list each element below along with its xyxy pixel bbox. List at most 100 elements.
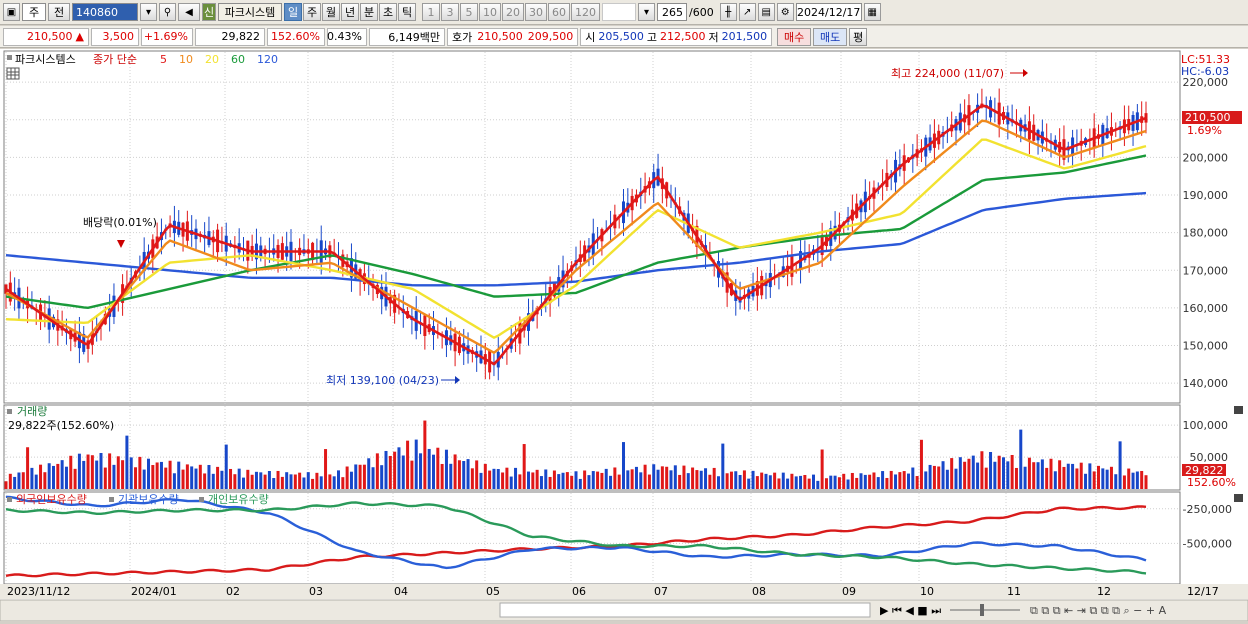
volume-bar: [134, 467, 138, 489]
volume-bar: [721, 443, 725, 489]
volume-bar: [781, 472, 785, 489]
volume-bar: [803, 474, 807, 489]
interval-tab-0[interactable]: 일: [284, 3, 302, 21]
volume-bar: [678, 474, 682, 489]
price-y-tick: 160,000: [1183, 302, 1229, 315]
volume-bar: [337, 470, 340, 489]
volume-close-icon[interactable]: [1234, 406, 1243, 414]
chevron-down-icon[interactable]: ▾: [140, 3, 157, 21]
sound-icon[interactable]: ◀: [178, 3, 200, 21]
volume-bar: [984, 467, 988, 489]
volume-tag-pct: 152.60%: [1187, 476, 1236, 489]
date-input[interactable]: 2024/12/17: [795, 3, 862, 21]
volume-y-tick: 50,000: [1190, 451, 1229, 464]
sub-interval-4[interactable]: 20: [502, 3, 524, 21]
scroll-thumb[interactable]: [499, 602, 871, 618]
volume-bar: [181, 469, 185, 489]
interval-tab-1[interactable]: 주: [303, 3, 321, 21]
volume-bar: [488, 470, 492, 489]
holders-close-icon[interactable]: [1234, 494, 1243, 502]
volume-bar: [267, 471, 271, 489]
window-icon[interactable]: ▣: [3, 3, 20, 21]
interval-tab-3[interactable]: 년: [341, 3, 359, 21]
stock-code-input[interactable]: 140860: [72, 3, 138, 21]
volume-bar: [1049, 458, 1053, 489]
interval-input[interactable]: [602, 3, 636, 21]
volume-bar: [8, 473, 12, 489]
tool-icons[interactable]: ⧉ ⧉ ⧉ ⇤ ⇥ ⧉ ⧉ ⧉ ⌕ − + A: [1030, 604, 1167, 617]
new-badge: 신: [202, 3, 216, 21]
save-icon[interactable]: ▤: [757, 3, 775, 21]
volume-bar: [272, 478, 276, 489]
volume-bar: [855, 477, 859, 489]
sub-interval-1[interactable]: 3: [441, 3, 459, 21]
volume-bar: [941, 461, 945, 489]
volume-bar: [328, 474, 332, 489]
volume-bar: [103, 467, 107, 489]
sub-interval-5[interactable]: 30: [525, 3, 547, 21]
volume-bar: [639, 472, 643, 489]
sub-interval-6[interactable]: 60: [548, 3, 570, 21]
volume-bar: [820, 449, 824, 489]
volume-bar: [708, 474, 712, 489]
scroll-controls-icon[interactable]: ▶ ⏮ ◀ ■ ⏭: [880, 604, 941, 617]
zoom-slider-handle[interactable]: [980, 604, 984, 616]
price-y-tick: 170,000: [1183, 264, 1229, 277]
sub-interval-3[interactable]: 10: [479, 3, 501, 21]
volume-bar: [557, 474, 561, 489]
trend-icon[interactable]: ↗: [738, 3, 756, 21]
x-axis-label: 03: [309, 585, 323, 598]
volume-bar: [315, 472, 319, 489]
volume-bar: [30, 467, 34, 489]
open: 205,500: [598, 30, 644, 43]
volume-bar: [738, 474, 742, 489]
volume-bar: [147, 458, 150, 489]
calendar-icon[interactable]: ▦: [863, 3, 881, 21]
table-icon[interactable]: [6, 67, 20, 80]
volume-bar: [1105, 469, 1109, 489]
period-type-select[interactable]: 주: [22, 3, 46, 21]
volume-bar: [660, 466, 664, 489]
interval-tab-4[interactable]: 분: [360, 3, 378, 21]
buy-button[interactable]: 매수: [777, 27, 812, 46]
x-axis-label: 2024/01: [131, 585, 177, 598]
volume-bar: [812, 474, 815, 489]
volume-bar: [207, 464, 211, 489]
sub-interval-7[interactable]: 120: [571, 3, 600, 21]
volume-bar: [77, 453, 81, 489]
search-icon[interactable]: ⚲: [159, 3, 176, 21]
high-annotation: 최고 224,000 (11/07): [891, 67, 1004, 80]
interval-tab-5[interactable]: 초: [379, 3, 397, 21]
price-tag-value: 210,500: [1185, 111, 1231, 124]
volume-bar: [522, 444, 526, 489]
volume-bar: [259, 472, 263, 489]
sub-interval-0[interactable]: 1: [422, 3, 440, 21]
prev-button[interactable]: 전: [48, 3, 70, 21]
volume-bar: [86, 454, 90, 489]
count-input[interactable]: 265: [657, 3, 687, 21]
chart-area[interactable]: 220,000210,000200,000190,000180,000170,0…: [0, 49, 1248, 622]
volume-bar: [43, 472, 47, 489]
volume-bar: [829, 475, 833, 489]
sub-interval-2[interactable]: 5: [460, 3, 478, 21]
volume-bar: [902, 471, 906, 489]
volume-bar: [419, 453, 423, 489]
volume-bar: [505, 467, 509, 489]
volume-bar: [963, 461, 967, 489]
change: 3,500: [91, 27, 139, 46]
volume-bar: [393, 451, 397, 489]
x-axis-label: 2023/11/12: [7, 585, 70, 598]
volume-bar: [881, 471, 885, 489]
chevron-down-icon[interactable]: ▾: [638, 3, 655, 21]
eval-button[interactable]: 평: [849, 27, 868, 46]
sell-button[interactable]: 매도: [813, 27, 848, 46]
volume-bar: [704, 468, 708, 489]
interval-tab-6[interactable]: 틱: [398, 3, 416, 21]
candle-icon[interactable]: ╫: [719, 3, 737, 21]
volume-bar: [907, 473, 910, 489]
volume-bar: [863, 474, 867, 489]
interval-tab-2[interactable]: 월: [322, 3, 340, 21]
gear-icon[interactable]: ⚙: [776, 3, 794, 21]
chart-svg[interactable]: 220,000210,000200,000190,000180,000170,0…: [0, 49, 1248, 622]
volume-bar: [358, 464, 362, 489]
